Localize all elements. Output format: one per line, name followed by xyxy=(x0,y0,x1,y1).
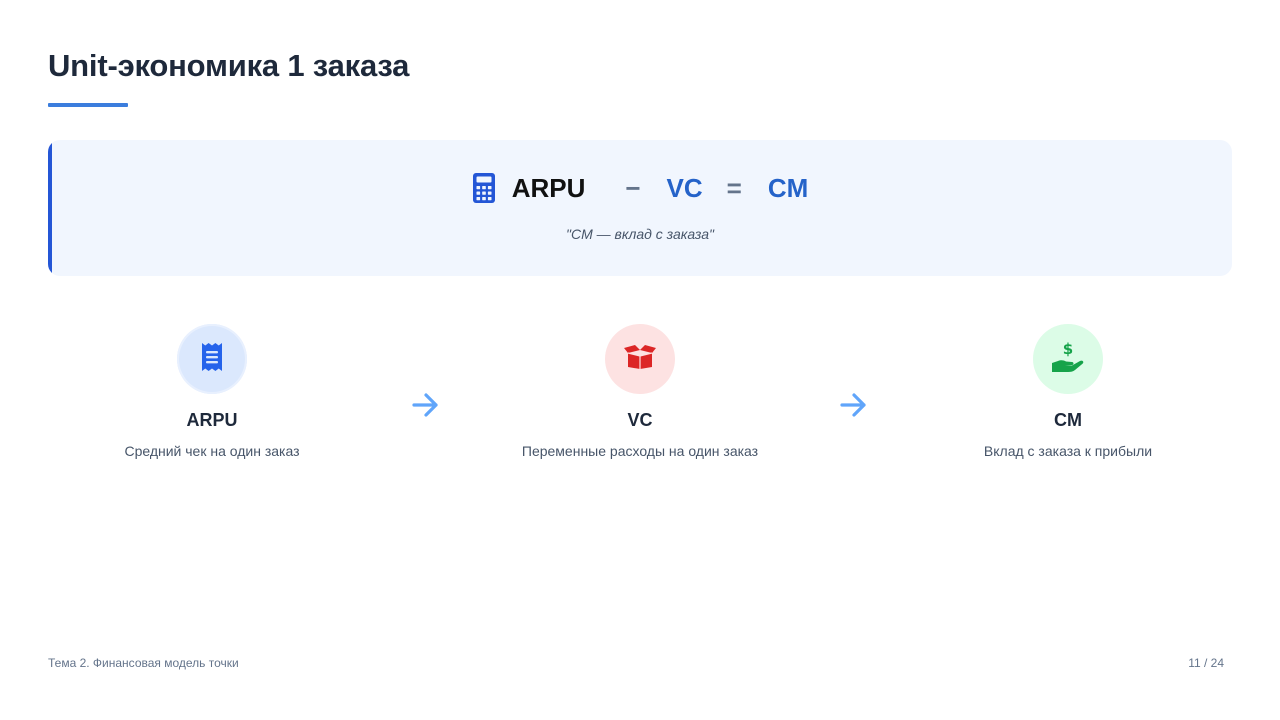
arrow-right-icon xyxy=(839,392,869,418)
box-open-icon xyxy=(623,344,657,375)
step-vc-circle xyxy=(605,324,675,394)
step-arpu-description: Средний чек на один заказ xyxy=(124,443,300,459)
formula-note: "CM — вклад с заказа" xyxy=(566,226,714,242)
formula-term-vc: VC xyxy=(666,172,703,203)
calculator-icon xyxy=(472,172,496,204)
step-arpu-circle xyxy=(177,324,247,394)
step-vc: VC Переменные расходы на один заказ xyxy=(490,324,790,459)
step-vc-description: Переменные расходы на один заказ xyxy=(521,443,759,459)
step-arpu: ARPU Средний чек на один заказ xyxy=(62,324,362,459)
formula-term-arpu: ARPU xyxy=(511,172,586,203)
formula-minus: − xyxy=(625,172,641,203)
page-title: Unit-экономика 1 заказа xyxy=(48,48,410,83)
step-cm-label: CM xyxy=(1054,410,1082,430)
formula-line: ARPU − VC = CM xyxy=(48,170,1232,206)
formula-box: ARPU − VC = CM "CM — вклад с заказа" xyxy=(48,140,1232,276)
svg-text:$: $ xyxy=(1063,341,1073,358)
title-underline xyxy=(48,103,128,107)
formula-accent-bar xyxy=(48,140,52,276)
step-cm-description: Вклад с заказа к прибыли xyxy=(983,443,1153,459)
step-cm-circle: $ xyxy=(1033,324,1103,394)
page-number: 11 / 24 xyxy=(1188,656,1224,670)
step-cm: $ CM Вклад с заказа к прибыли xyxy=(918,324,1218,459)
receipt-icon xyxy=(201,342,223,377)
step-vc-label: VC xyxy=(627,410,653,430)
formula-term-cm: CM xyxy=(767,172,809,203)
footer-topic: Тема 2. Финансовая модель точки xyxy=(48,656,239,670)
step-arpu-label: ARPU xyxy=(186,410,238,430)
arrow-right-icon xyxy=(411,392,441,418)
hand-dollar-icon: $ xyxy=(1050,340,1086,378)
formula-equals: = xyxy=(726,172,742,203)
